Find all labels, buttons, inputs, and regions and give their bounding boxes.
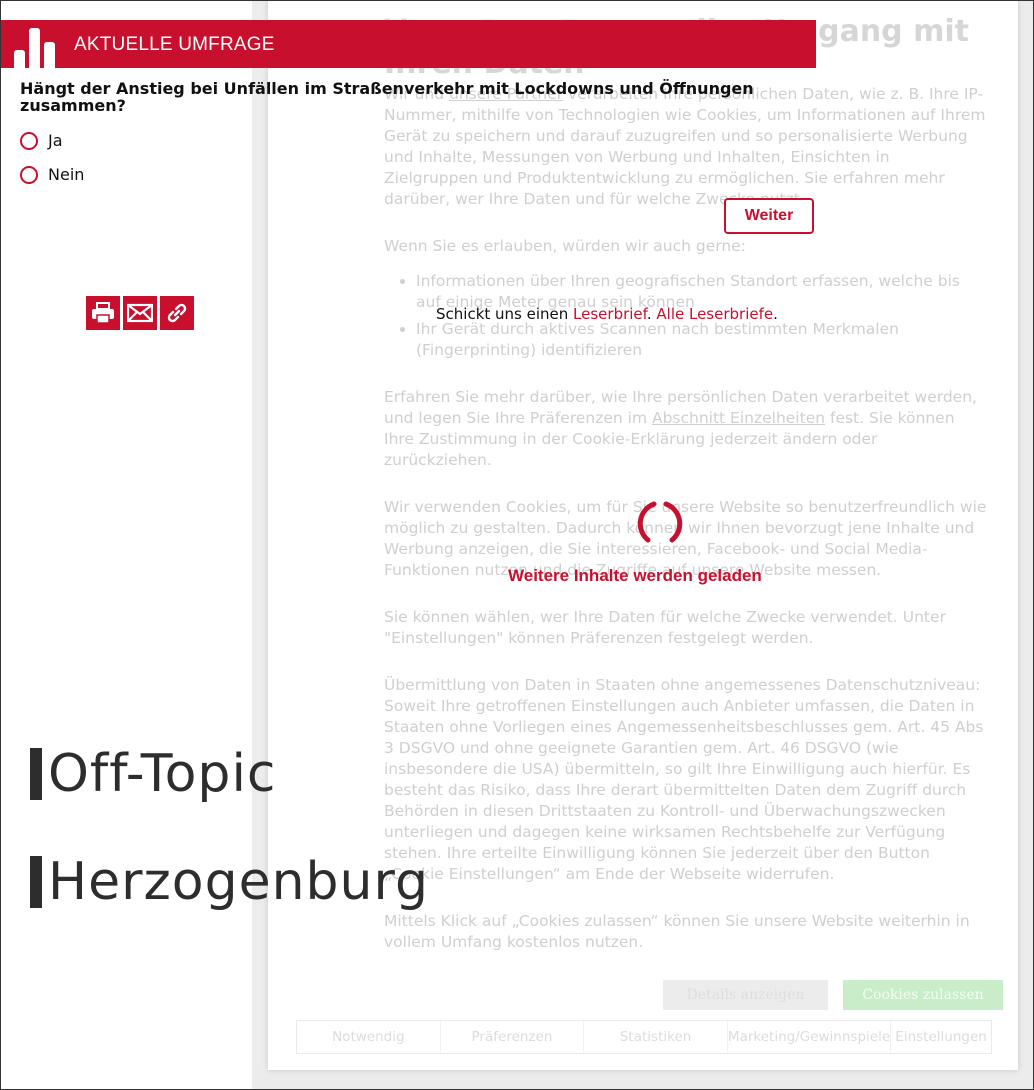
topic-marker bbox=[30, 856, 42, 908]
topic-label: Herzogenburg bbox=[48, 852, 429, 912]
tab-notwendig[interactable]: Notwendig bbox=[297, 1021, 441, 1053]
poll-logo-icon bbox=[14, 28, 58, 68]
alle-leserbriefe-link[interactable]: Alle Leserbriefe bbox=[656, 305, 773, 323]
cookie-paragraph: Übermittlung von Daten in Staaten ohne a… bbox=[384, 676, 984, 883]
option-ja[interactable]: Ja bbox=[20, 131, 63, 150]
option-label: Nein bbox=[48, 165, 85, 184]
allow-cookies-button[interactable]: Cookies zulassen bbox=[843, 980, 1003, 1010]
loading-spinner-icon bbox=[637, 501, 683, 543]
mail-icon bbox=[127, 303, 153, 323]
leserbrief-link[interactable]: Leserbrief bbox=[573, 305, 647, 323]
topic-marker bbox=[30, 748, 42, 800]
loading-text: Weitere Inhalte werden geladen bbox=[508, 566, 762, 585]
survey-question: Hängt der Anstieg bei Unfällen im Straße… bbox=[20, 79, 754, 115]
survey-header: AKTUELLE UMFRAGE bbox=[0, 20, 816, 68]
cookie-paragraph: Wenn Sie es erlauben, würden wir auch ge… bbox=[384, 237, 746, 255]
cookie-tabs: Notwendig Präferenzen Statistiken Market… bbox=[296, 1020, 992, 1054]
letter-text: . bbox=[773, 305, 778, 323]
letter-text: . bbox=[646, 305, 657, 323]
option-nein[interactable]: Nein bbox=[20, 165, 84, 184]
print-button[interactable] bbox=[86, 296, 120, 330]
topic-herzogenburg[interactable]: Herzogenburg bbox=[30, 852, 429, 912]
topic-label: Off-Topic bbox=[48, 744, 277, 804]
link-icon bbox=[167, 303, 187, 323]
weiter-button[interactable]: Weiter bbox=[724, 198, 814, 234]
tab-praeferenzen[interactable]: Präferenzen bbox=[441, 1021, 585, 1053]
radio-icon[interactable] bbox=[20, 165, 38, 184]
letter-text: Schickt uns einen bbox=[436, 305, 574, 323]
tab-marketing[interactable]: Marketing/Gewinnspiele bbox=[728, 1021, 892, 1053]
letter-line: Schickt uns einen Leserbrief. Alle Leser… bbox=[436, 305, 778, 323]
mail-button[interactable] bbox=[123, 296, 157, 330]
cookie-paragraph: Mittels Klick auf „Cookies zulassen“ kön… bbox=[384, 912, 970, 951]
radio-icon[interactable] bbox=[20, 131, 38, 150]
link-button[interactable] bbox=[160, 296, 194, 330]
topic-off-topic[interactable]: Off-Topic bbox=[30, 744, 276, 804]
option-label: Ja bbox=[48, 131, 63, 150]
cookie-paragraph: Erfahren Sie mehr darüber, wie Ihre pers… bbox=[384, 387, 988, 471]
cookie-paragraph: Sie können wählen, wer Ihre Daten für we… bbox=[384, 608, 946, 647]
details-button[interactable]: Details anzeigen bbox=[663, 980, 828, 1010]
print-icon bbox=[92, 302, 114, 324]
tab-statistiken[interactable]: Statistiken bbox=[584, 1021, 728, 1053]
cookie-list-item: Ihr Gerät durch aktives Scannen nach bes… bbox=[416, 319, 988, 361]
survey-header-title: AKTUELLE UMFRAGE bbox=[74, 34, 275, 55]
share-toolbar bbox=[86, 296, 194, 330]
details-link[interactable]: Abschnitt Einzelheiten bbox=[652, 409, 825, 427]
tab-einstellungen[interactable]: Einstellungen bbox=[891, 1021, 991, 1053]
